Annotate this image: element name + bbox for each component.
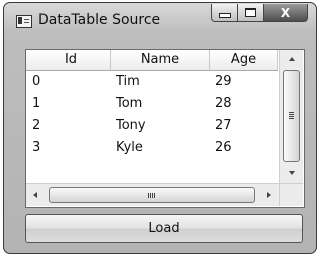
grip-icon bbox=[148, 193, 149, 198]
cell-age[interactable]: 26 bbox=[210, 137, 278, 159]
cell-id[interactable]: 2 bbox=[26, 115, 111, 137]
load-button[interactable]: Load bbox=[25, 214, 303, 243]
grip-icon bbox=[289, 112, 294, 113]
window-title: DataTable Source bbox=[38, 12, 161, 28]
column-header-age[interactable]: Age bbox=[210, 50, 278, 70]
cell-age[interactable]: 29 bbox=[210, 71, 278, 93]
cell-id[interactable]: 1 bbox=[26, 93, 111, 115]
window-app-icon bbox=[16, 15, 32, 28]
cell-id[interactable]: 3 bbox=[26, 137, 111, 159]
cell-id[interactable]: 0 bbox=[26, 71, 111, 93]
cell-name[interactable]: Tony bbox=[111, 115, 210, 137]
data-grid[interactable]: Id Name Age 0 Tim 29 1 Tom 28 2 Tony 27 … bbox=[25, 49, 305, 208]
app-window: DataTable Source X Id Name Age 0 Tim 29 bbox=[3, 2, 317, 254]
table-row[interactable]: 3 Kyle 26 bbox=[26, 137, 278, 159]
title-bar[interactable]: DataTable Source X bbox=[4, 3, 316, 33]
cell-name[interactable]: Kyle bbox=[111, 137, 210, 159]
grid-header: Id Name Age bbox=[26, 50, 278, 71]
vertical-scroll-thumb[interactable] bbox=[283, 70, 300, 162]
scroll-left-arrow-icon[interactable] bbox=[33, 192, 37, 198]
scroll-up-arrow-icon[interactable] bbox=[289, 57, 295, 61]
horizontal-scroll-thumb[interactable] bbox=[49, 187, 255, 203]
scrollbar-corner bbox=[279, 183, 303, 206]
column-header-name[interactable]: Name bbox=[111, 50, 210, 70]
close-button[interactable]: X bbox=[264, 4, 308, 22]
table-row[interactable]: 0 Tim 29 bbox=[26, 71, 278, 93]
close-icon: X bbox=[280, 5, 291, 20]
maximize-button[interactable] bbox=[238, 4, 264, 22]
vertical-scrollbar[interactable] bbox=[279, 50, 303, 183]
minimize-icon bbox=[218, 13, 231, 18]
cell-age[interactable]: 28 bbox=[210, 93, 278, 115]
cell-name[interactable]: Tim bbox=[111, 71, 210, 93]
horizontal-scrollbar[interactable] bbox=[26, 183, 279, 206]
maximize-icon bbox=[245, 8, 256, 17]
scroll-down-arrow-icon[interactable] bbox=[289, 171, 295, 175]
caption-buttons: X bbox=[211, 4, 308, 22]
minimize-button[interactable] bbox=[211, 4, 238, 22]
cell-name[interactable]: Tom bbox=[111, 93, 210, 115]
scroll-right-arrow-icon[interactable] bbox=[267, 192, 271, 198]
grid-rows: 0 Tim 29 1 Tom 28 2 Tony 27 3 Kyle 26 bbox=[26, 71, 278, 159]
table-row[interactable]: 1 Tom 28 bbox=[26, 93, 278, 115]
cell-age[interactable]: 27 bbox=[210, 115, 278, 137]
column-header-id[interactable]: Id bbox=[26, 50, 111, 70]
table-row[interactable]: 2 Tony 27 bbox=[26, 115, 278, 137]
